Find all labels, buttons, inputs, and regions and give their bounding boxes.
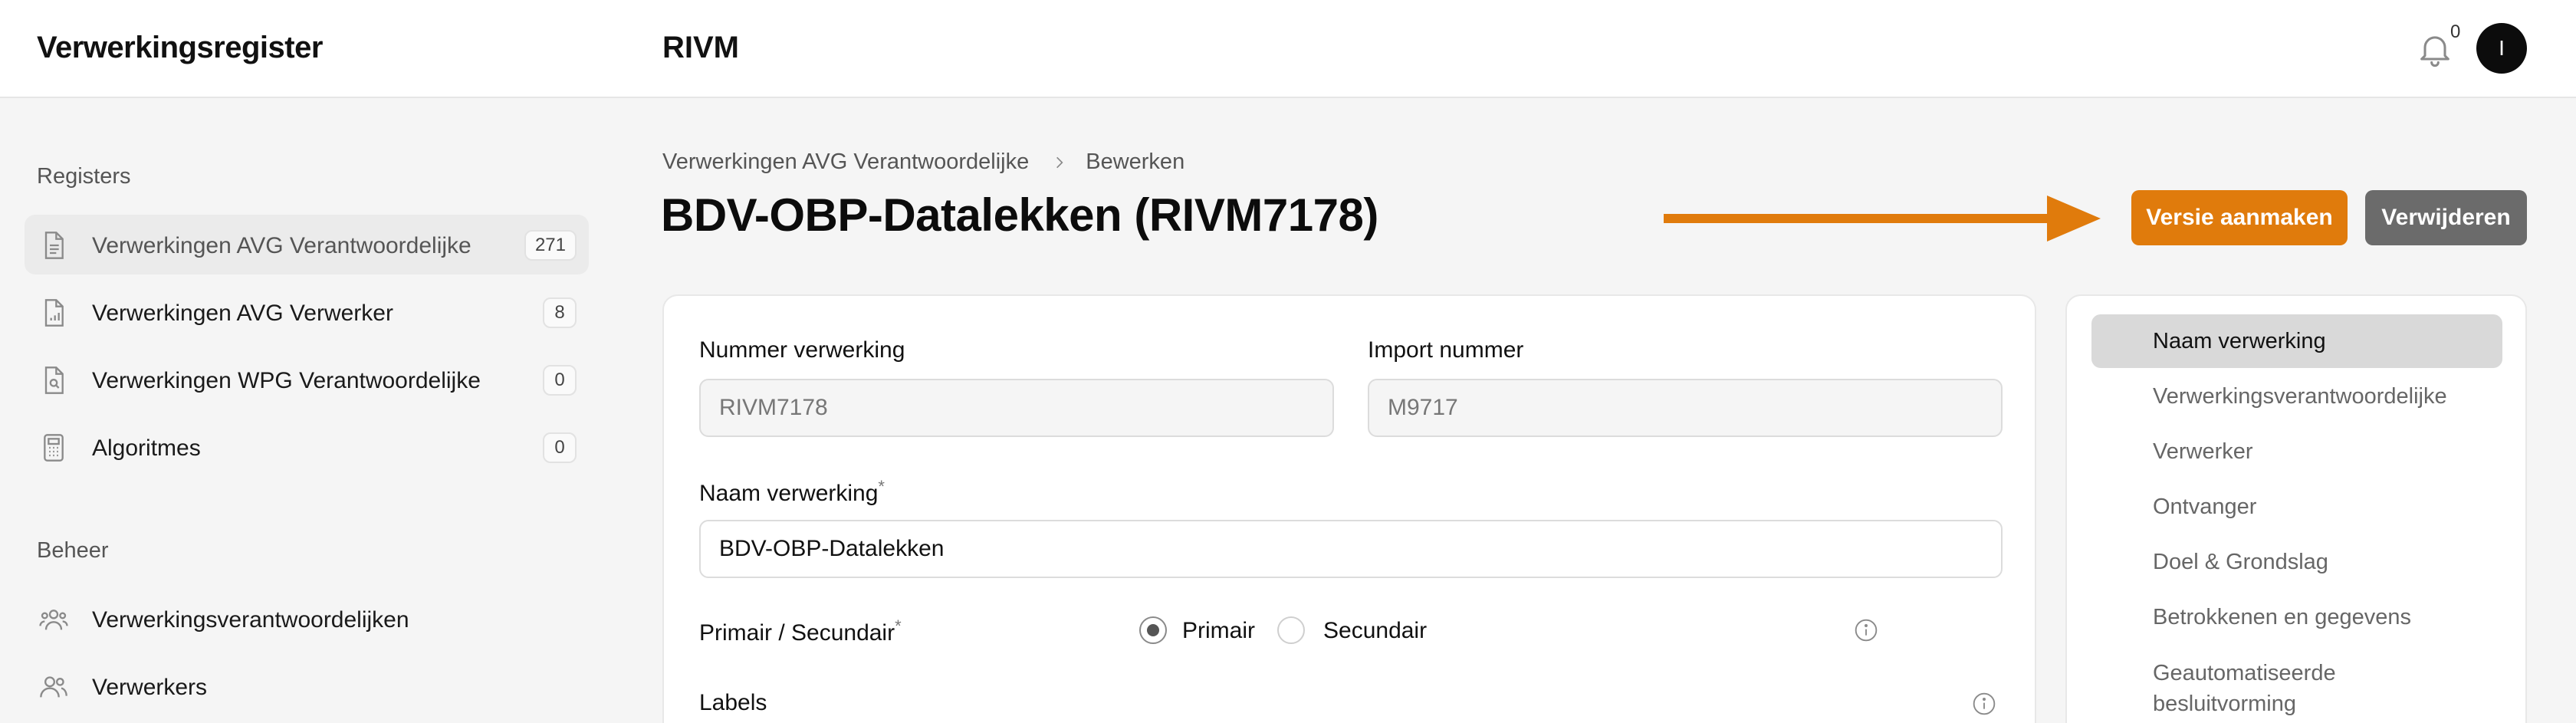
radio-primair-label[interactable]: Primair <box>1182 618 1255 644</box>
count-badge: 8 <box>543 297 577 328</box>
naam-verwerking-input[interactable]: BDV-OBP-Datalekken <box>699 520 2003 578</box>
users-group-icon <box>39 610 68 630</box>
registers-heading: Registers <box>37 164 131 189</box>
radio-secundair[interactable] <box>1277 616 1305 644</box>
organization-title: RIVM <box>662 31 739 64</box>
radio-secundair-label[interactable]: Secundair <box>1323 618 1427 644</box>
radio-primair[interactable] <box>1139 616 1167 644</box>
beheer-heading: Beheer <box>37 538 109 563</box>
nav-item-verwerkingsverantwoordelijke[interactable]: Verwerkingsverantwoordelijke <box>2091 370 2502 423</box>
breadcrumb-parent-link[interactable]: Verwerkingen AVG Verantwoordelijke <box>662 150 1029 175</box>
primair-secundair-label: Primair / Secundair* <box>699 616 902 646</box>
import-nummer-label: Import nummer <box>1368 337 1524 363</box>
breadcrumb: Verwerkingen AVG Verantwoordelijke Bewer… <box>662 150 1184 175</box>
breadcrumb-current: Bewerken <box>1086 150 1185 174</box>
info-icon[interactable] <box>1972 692 1996 716</box>
notification-count: 0 <box>2450 21 2461 42</box>
required-mark: * <box>878 477 885 496</box>
count-badge: 0 <box>543 432 577 463</box>
required-mark: * <box>895 616 902 636</box>
form-card: Nummer verwerking RIVM7178 Import nummer… <box>662 294 2036 723</box>
arrow-annotation-icon <box>1664 196 2101 242</box>
sidebar: Registers Verwerkingen AVG Verantwoordel… <box>0 100 613 723</box>
import-nummer-field: M9717 <box>1368 379 2003 437</box>
sidebar-item-algoritmes[interactable]: Algoritmes 0 <box>25 417 589 477</box>
sidebar-item-label: Algoritmes <box>92 435 201 461</box>
sidebar-item-label: Verwerkingen WPG Verantwoordelijke <box>92 368 481 393</box>
calculator-icon <box>44 434 64 462</box>
nummer-verwerking-field: RIVM7178 <box>699 379 1334 437</box>
sidebar-item-avg-verantwoordelijke[interactable]: Verwerkingen AVG Verantwoordelijke 271 <box>25 215 589 274</box>
nav-item-verwerker[interactable]: Verwerker <box>2091 425 2502 478</box>
page-title: BDV-OBP-Datalekken (RIVM7178) <box>661 189 1378 241</box>
document-search-icon <box>44 366 64 394</box>
document-chart-icon <box>44 299 64 327</box>
sidebar-item-verwerkers[interactable]: Verwerkers <box>25 656 589 716</box>
info-icon[interactable] <box>1854 618 1878 642</box>
naam-verwerking-value: BDV-OBP-Datalekken <box>719 536 945 561</box>
sidebar-item-label: Verwerkingsverantwoordelijken <box>92 607 409 633</box>
document-icon <box>44 232 64 259</box>
create-version-button[interactable]: Versie aanmaken <box>2131 190 2348 245</box>
nav-item-geautomatiseerde-besluitvorming[interactable]: Geautomatiseerde besluitvorming <box>2091 650 2383 716</box>
naam-verwerking-label: Naam verwerking* <box>699 477 885 507</box>
chevron-right-icon <box>1056 156 1063 168</box>
nummer-verwerking-value: RIVM7178 <box>719 395 828 420</box>
users-icon <box>40 676 67 698</box>
section-nav-card: Naam verwerking Verwerkingsverantwoordel… <box>2065 294 2527 723</box>
avatar[interactable]: I <box>2476 23 2527 74</box>
nav-item-ontvanger[interactable]: Ontvanger <box>2091 480 2502 534</box>
count-badge: 271 <box>524 230 577 261</box>
nav-item-doel-grondslag[interactable]: Doel & Grondslag <box>2091 535 2502 589</box>
sidebar-item-label: Verwerkingen AVG Verantwoordelijke <box>92 233 472 258</box>
naam-verwerking-label-text: Naam verwerking <box>699 481 879 506</box>
nummer-verwerking-label: Nummer verwerking <box>699 337 905 363</box>
app-title[interactable]: Verwerkingsregister <box>37 31 323 65</box>
nav-item-naam-verwerking[interactable]: Naam verwerking <box>2091 314 2502 368</box>
sidebar-item-verwerkingsverantwoordelijken[interactable]: Verwerkingsverantwoordelijken <box>25 589 589 649</box>
sidebar-item-label: Verwerkers <box>92 675 208 700</box>
primair-secundair-label-text: Primair / Secundair <box>699 620 895 646</box>
count-badge: 0 <box>543 365 577 396</box>
sidebar-item-avg-verwerker[interactable]: Verwerkingen AVG Verwerker 8 <box>25 282 589 342</box>
labels-label: Labels <box>699 690 767 715</box>
bell-icon[interactable] <box>2415 29 2455 69</box>
sidebar-item-label: Verwerkingen AVG Verwerker <box>92 301 393 326</box>
top-bar: Verwerkingsregister RIVM 0 I <box>0 0 2576 98</box>
delete-button[interactable]: Verwijderen <box>2365 190 2527 245</box>
import-nummer-value: M9717 <box>1388 395 1458 420</box>
sidebar-item-wpg-verantwoordelijke[interactable]: Verwerkingen WPG Verantwoordelijke 0 <box>25 350 589 409</box>
nav-item-betrokkenen-gegevens[interactable]: Betrokkenen en gegevens <box>2091 590 2502 644</box>
